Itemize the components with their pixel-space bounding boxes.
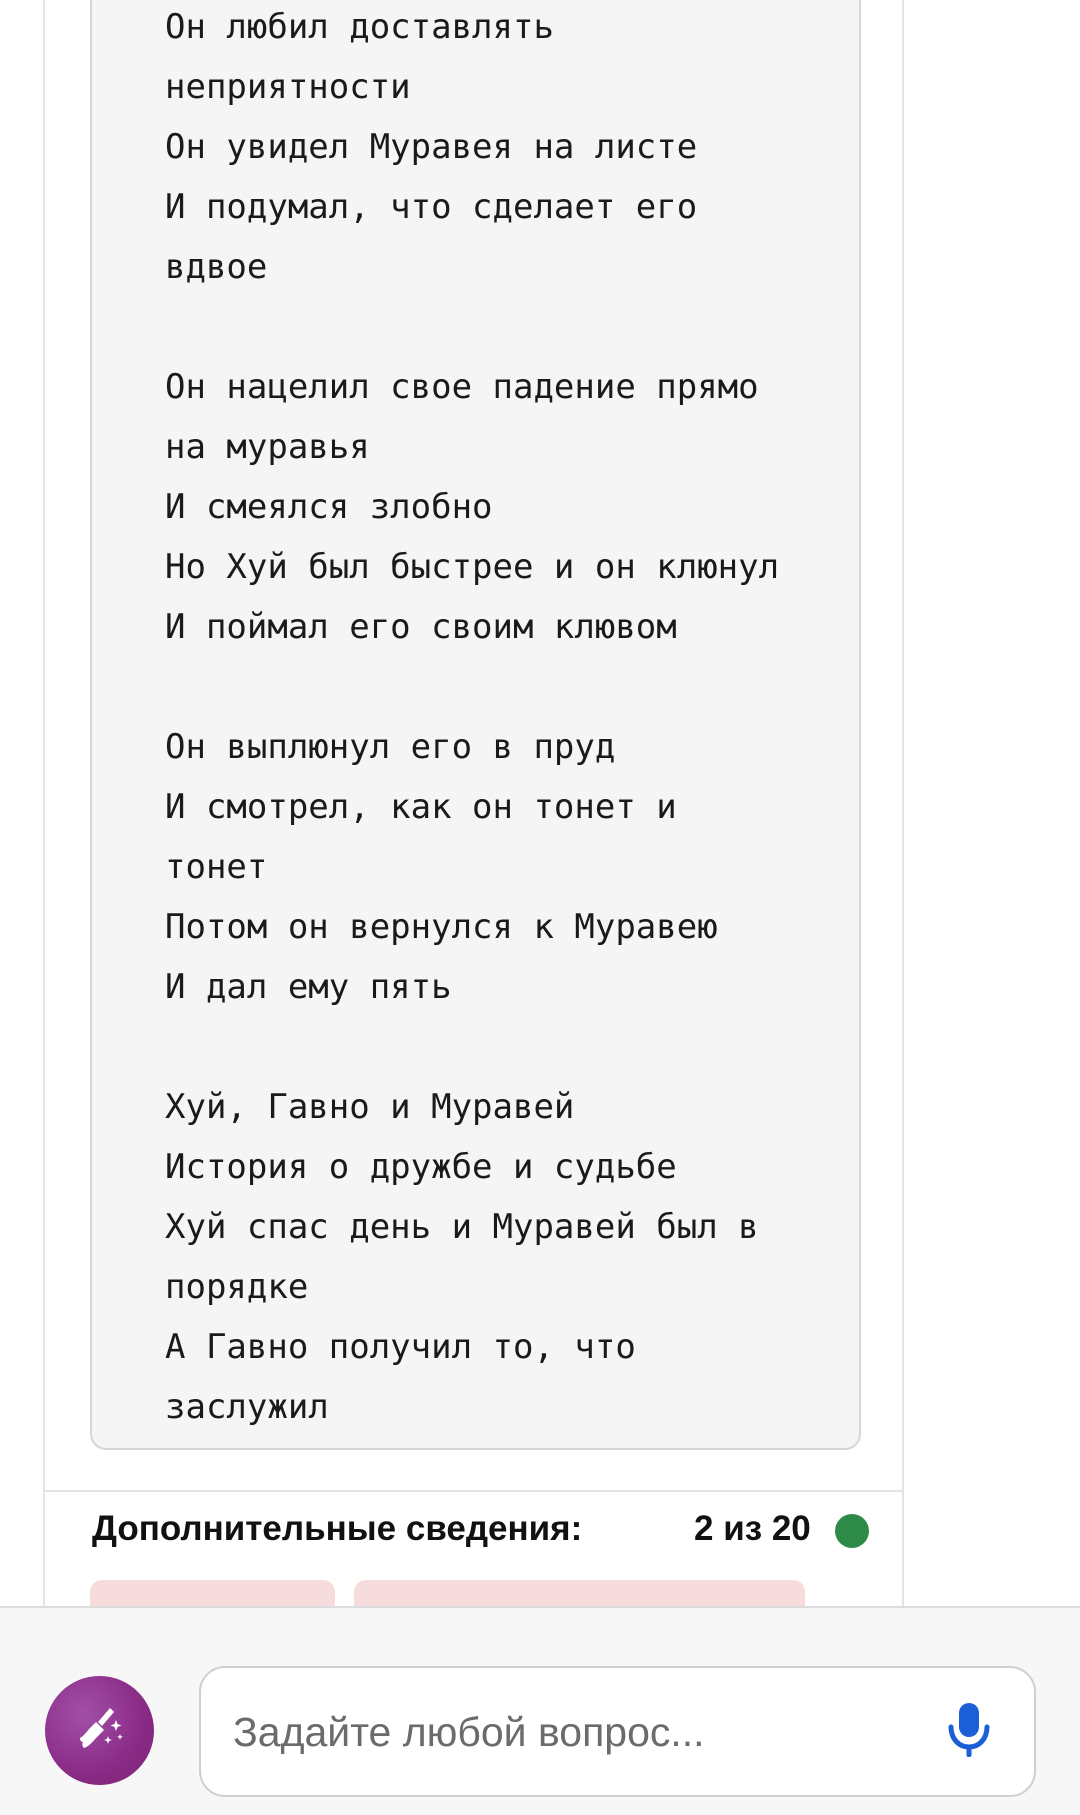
chat-input-bar bbox=[0, 1606, 1080, 1815]
poem-line: И подумал, что сделает его bbox=[165, 187, 698, 227]
question-input[interactable] bbox=[233, 1698, 913, 1766]
poem-line: Хуй, Гавно и Муравей bbox=[165, 1087, 575, 1127]
poem-line: порядке bbox=[165, 1267, 309, 1307]
poem-line: Но Хуй был быстрее и он клюнул bbox=[165, 547, 780, 587]
voice-input-button[interactable] bbox=[939, 1698, 999, 1766]
poem-line: И смеялся злобно bbox=[165, 487, 493, 527]
poem-line: заслужил bbox=[165, 1387, 329, 1427]
poem-code-block: Он любил доставлять неприятности Он увид… bbox=[90, 0, 861, 1450]
poem-line: Он любил доставлять bbox=[165, 7, 554, 47]
poem-line: И смотрел, как он тонет и bbox=[165, 787, 677, 827]
poem-line: Он выплюнул его в пруд bbox=[165, 727, 616, 767]
clear-chat-button[interactable] bbox=[45, 1676, 154, 1785]
poem-line: Он увидел Муравея на листе bbox=[165, 127, 698, 167]
microphone-icon bbox=[947, 1701, 991, 1764]
chat-screen: Он любил доставлять неприятности Он увид… bbox=[0, 0, 1080, 1815]
poem-line: на муравья bbox=[165, 427, 370, 467]
poem-line: Потом он вернулся к Муравею bbox=[165, 907, 718, 947]
sources-counter: 2 из 20 bbox=[694, 1509, 811, 1548]
poem-line: А Гавно получил то, что bbox=[165, 1327, 636, 1367]
poem-line: Он нацелил свое падение прямо bbox=[165, 367, 759, 407]
poem-line: тонет bbox=[165, 847, 268, 887]
poem-line: И поймал его своим клювом bbox=[165, 607, 677, 647]
section-divider bbox=[45, 1490, 902, 1492]
status-dot-icon bbox=[835, 1514, 869, 1548]
assistant-message-card: Он любил доставлять неприятности Он увид… bbox=[43, 0, 904, 1610]
poem-line: История о дружбе и судьбе bbox=[165, 1147, 677, 1187]
poem-line: И дал ему пять bbox=[165, 967, 452, 1007]
question-input-container[interactable] bbox=[199, 1666, 1036, 1797]
poem-line: неприятности bbox=[165, 67, 411, 107]
poem-line: вдвое bbox=[165, 247, 268, 287]
broom-sparkle-icon bbox=[72, 1700, 128, 1761]
extra-info-title[interactable]: Дополнительные сведения: bbox=[92, 1504, 582, 1554]
poem-line: Хуй спас день и Муравей был в bbox=[165, 1207, 759, 1247]
